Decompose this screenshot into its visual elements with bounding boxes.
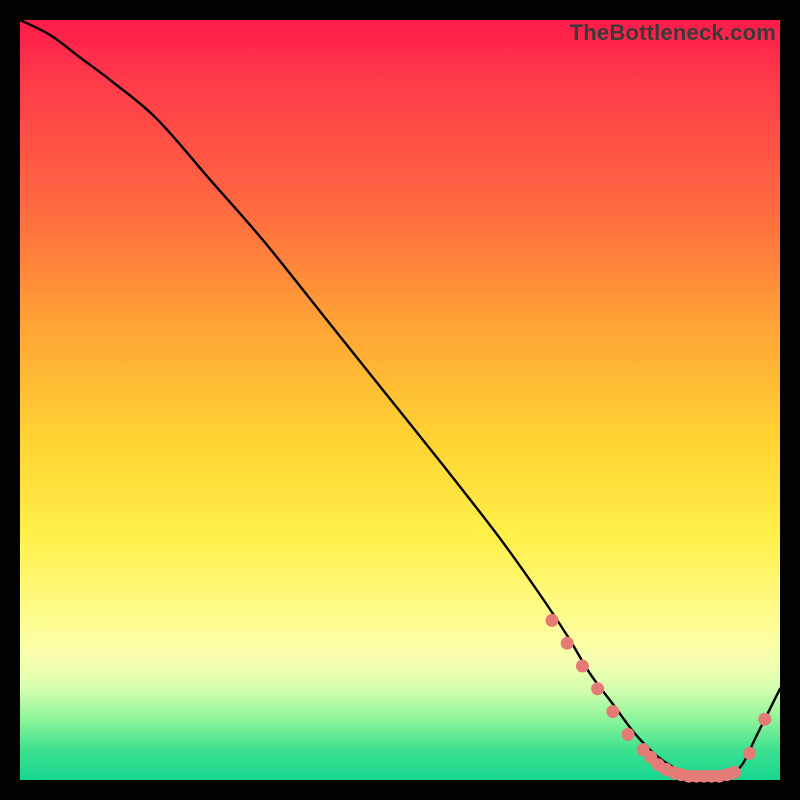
dot <box>606 705 619 718</box>
bottleneck-curve <box>20 20 780 777</box>
dot <box>728 766 741 779</box>
chart-svg <box>20 20 780 780</box>
dot <box>591 682 604 695</box>
dot <box>546 614 559 627</box>
dot <box>576 660 589 673</box>
dot <box>561 637 574 650</box>
dot <box>743 747 756 760</box>
dot <box>758 713 771 726</box>
dot <box>622 728 635 741</box>
